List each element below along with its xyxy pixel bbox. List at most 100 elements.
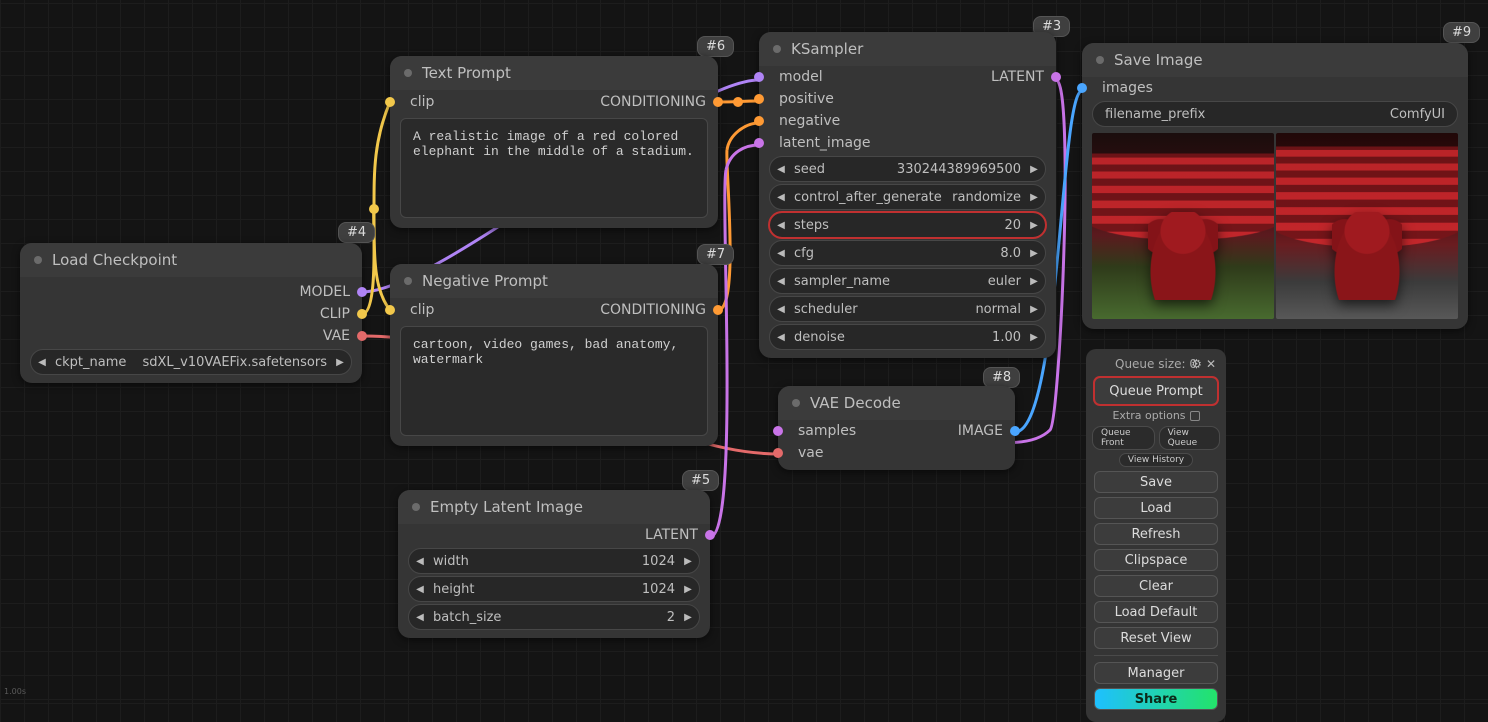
arrow-right-icon[interactable]: ▶ — [1023, 332, 1045, 343]
port-icon[interactable] — [705, 530, 715, 540]
port-icon[interactable] — [773, 448, 783, 458]
port-icon[interactable] — [754, 116, 764, 126]
output-model[interactable]: MODEL — [20, 281, 362, 303]
input-clip[interactable]: clip CONDITIONING — [390, 298, 718, 322]
node-save-image[interactable]: Save Image images filename_prefix ComfyU… — [1082, 43, 1468, 329]
port-icon[interactable] — [385, 305, 395, 315]
arrow-left-icon[interactable]: ◀ — [770, 304, 792, 315]
field-width[interactable]: ◀ width 1024 ▶ — [408, 548, 700, 574]
port-icon[interactable] — [1077, 83, 1087, 93]
port-icon[interactable] — [754, 72, 764, 82]
port-icon[interactable] — [1010, 426, 1020, 436]
arrow-right-icon[interactable]: ▶ — [1023, 304, 1045, 315]
arrow-left-icon[interactable]: ◀ — [770, 192, 792, 203]
arrow-right-icon[interactable]: ▶ — [677, 556, 699, 567]
output-clip[interactable]: CLIP — [20, 303, 362, 325]
collapse-dot-icon[interactable] — [1096, 56, 1104, 64]
negative-prompt-textarea[interactable]: cartoon, video games, bad anatomy, water… — [400, 326, 708, 436]
arrow-left-icon[interactable]: ◀ — [770, 220, 792, 231]
port-icon[interactable] — [713, 305, 723, 315]
node-header[interactable]: Negative Prompt — [390, 264, 718, 298]
field-filename-prefix[interactable]: filename_prefix ComfyUI — [1092, 101, 1458, 127]
node-vae-decode[interactable]: VAE Decode samples IMAGE vae — [778, 386, 1015, 470]
field-sampler-name[interactable]: ◀sampler_nameeuler▶ — [769, 268, 1046, 294]
input-model[interactable]: model LATENT — [759, 66, 1056, 88]
field-scheduler[interactable]: ◀schedulernormal▶ — [769, 296, 1046, 322]
node-header[interactable]: VAE Decode — [778, 386, 1015, 420]
input-latent-image[interactable]: latent_image — [759, 132, 1056, 154]
input-samples[interactable]: samples IMAGE — [778, 420, 1015, 442]
arrow-left-icon[interactable]: ◀ — [770, 248, 792, 259]
field-ckpt-name[interactable]: ◀ ckpt_name sdXL_v10VAEFix.safetensors ▶ — [30, 349, 352, 375]
extra-options-row[interactable]: Extra options — [1092, 409, 1220, 422]
share-button[interactable]: Share — [1094, 688, 1218, 710]
arrow-right-icon[interactable]: ▶ — [1023, 164, 1045, 175]
port-icon[interactable] — [773, 426, 783, 436]
arrow-left-icon[interactable]: ◀ — [770, 332, 792, 343]
port-icon[interactable] — [357, 331, 367, 341]
node-header[interactable]: Load Checkpoint — [20, 243, 362, 277]
node-header[interactable]: KSampler — [759, 32, 1056, 66]
field-steps[interactable]: ◀steps20▶ — [769, 212, 1046, 238]
arrow-right-icon[interactable]: ▶ — [329, 357, 351, 368]
image-thumbnail[interactable] — [1092, 133, 1274, 319]
arrow-left-icon[interactable]: ◀ — [409, 556, 431, 567]
field-batch-size[interactable]: ◀ batch_size 2 ▶ — [408, 604, 700, 630]
arrow-right-icon[interactable]: ▶ — [1023, 276, 1045, 287]
refresh-button[interactable]: Refresh — [1094, 523, 1218, 545]
collapse-dot-icon[interactable] — [404, 277, 412, 285]
gear-icon[interactable]: ⚙ — [1191, 357, 1202, 371]
side-menu[interactable]: Queue size: 0 ⚙ ✕ Queue Prompt Extra opt… — [1086, 349, 1226, 722]
output-latent[interactable]: LATENT — [398, 524, 710, 546]
collapse-dot-icon[interactable] — [34, 256, 42, 264]
collapse-dot-icon[interactable] — [412, 503, 420, 511]
arrow-left-icon[interactable]: ◀ — [770, 276, 792, 287]
node-load-checkpoint[interactable]: Load Checkpoint MODEL CLIP VAE ◀ ckpt_na… — [20, 243, 362, 383]
port-icon[interactable] — [754, 138, 764, 148]
node-header[interactable]: Text Prompt — [390, 56, 718, 90]
node-ksampler[interactable]: KSampler model LATENT positive negative … — [759, 32, 1056, 358]
node-header[interactable]: Empty Latent Image — [398, 490, 710, 524]
clipspace-button[interactable]: Clipspace — [1094, 549, 1218, 571]
arrow-right-icon[interactable]: ▶ — [1023, 192, 1045, 203]
arrow-right-icon[interactable]: ▶ — [677, 612, 699, 623]
port-icon[interactable] — [1051, 72, 1061, 82]
node-header[interactable]: Save Image — [1082, 43, 1468, 77]
clear-button[interactable]: Clear — [1094, 575, 1218, 597]
arrow-left-icon[interactable]: ◀ — [409, 612, 431, 623]
field-cfg[interactable]: ◀cfg8.0▶ — [769, 240, 1046, 266]
reset-view-button[interactable]: Reset View — [1094, 627, 1218, 649]
port-icon[interactable] — [385, 97, 395, 107]
input-positive[interactable]: positive — [759, 88, 1056, 110]
field-denoise[interactable]: ◀denoise1.00▶ — [769, 324, 1046, 350]
input-vae[interactable]: vae — [778, 442, 1015, 464]
input-negative[interactable]: negative — [759, 110, 1056, 132]
close-icon[interactable]: ✕ — [1206, 357, 1216, 371]
arrow-right-icon[interactable]: ▶ — [1023, 248, 1045, 259]
collapse-dot-icon[interactable] — [773, 45, 781, 53]
node-text-prompt[interactable]: Text Prompt clip CONDITIONING A realisti… — [390, 56, 718, 228]
load-default-button[interactable]: Load Default — [1094, 601, 1218, 623]
collapse-dot-icon[interactable] — [404, 69, 412, 77]
arrow-left-icon[interactable]: ◀ — [770, 164, 792, 175]
input-clip[interactable]: clip CONDITIONING — [390, 90, 718, 114]
field-seed[interactable]: ◀seed330244389969500▶ — [769, 156, 1046, 182]
input-images[interactable]: images — [1082, 77, 1468, 99]
output-vae[interactable]: VAE — [20, 325, 362, 347]
node-negative-prompt[interactable]: Negative Prompt clip CONDITIONING cartoo… — [390, 264, 718, 446]
load-button[interactable]: Load — [1094, 497, 1218, 519]
arrow-right-icon[interactable]: ▶ — [1023, 220, 1045, 231]
port-icon[interactable] — [713, 97, 723, 107]
extra-options-checkbox[interactable] — [1190, 411, 1200, 421]
queue-front-button[interactable]: Queue Front — [1092, 426, 1155, 450]
view-history-button[interactable]: View History — [1119, 453, 1193, 467]
node-empty-latent[interactable]: Empty Latent Image LATENT ◀ width 1024 ▶… — [398, 490, 710, 638]
field-height[interactable]: ◀ height 1024 ▶ — [408, 576, 700, 602]
image-thumbnail[interactable] — [1276, 133, 1458, 319]
view-queue-button[interactable]: View Queue — [1159, 426, 1220, 450]
port-icon[interactable] — [754, 94, 764, 104]
arrow-right-icon[interactable]: ▶ — [677, 584, 699, 595]
save-button[interactable]: Save — [1094, 471, 1218, 493]
field-control-after-generate[interactable]: ◀control_after_generaterandomize▶ — [769, 184, 1046, 210]
port-icon[interactable] — [357, 309, 367, 319]
